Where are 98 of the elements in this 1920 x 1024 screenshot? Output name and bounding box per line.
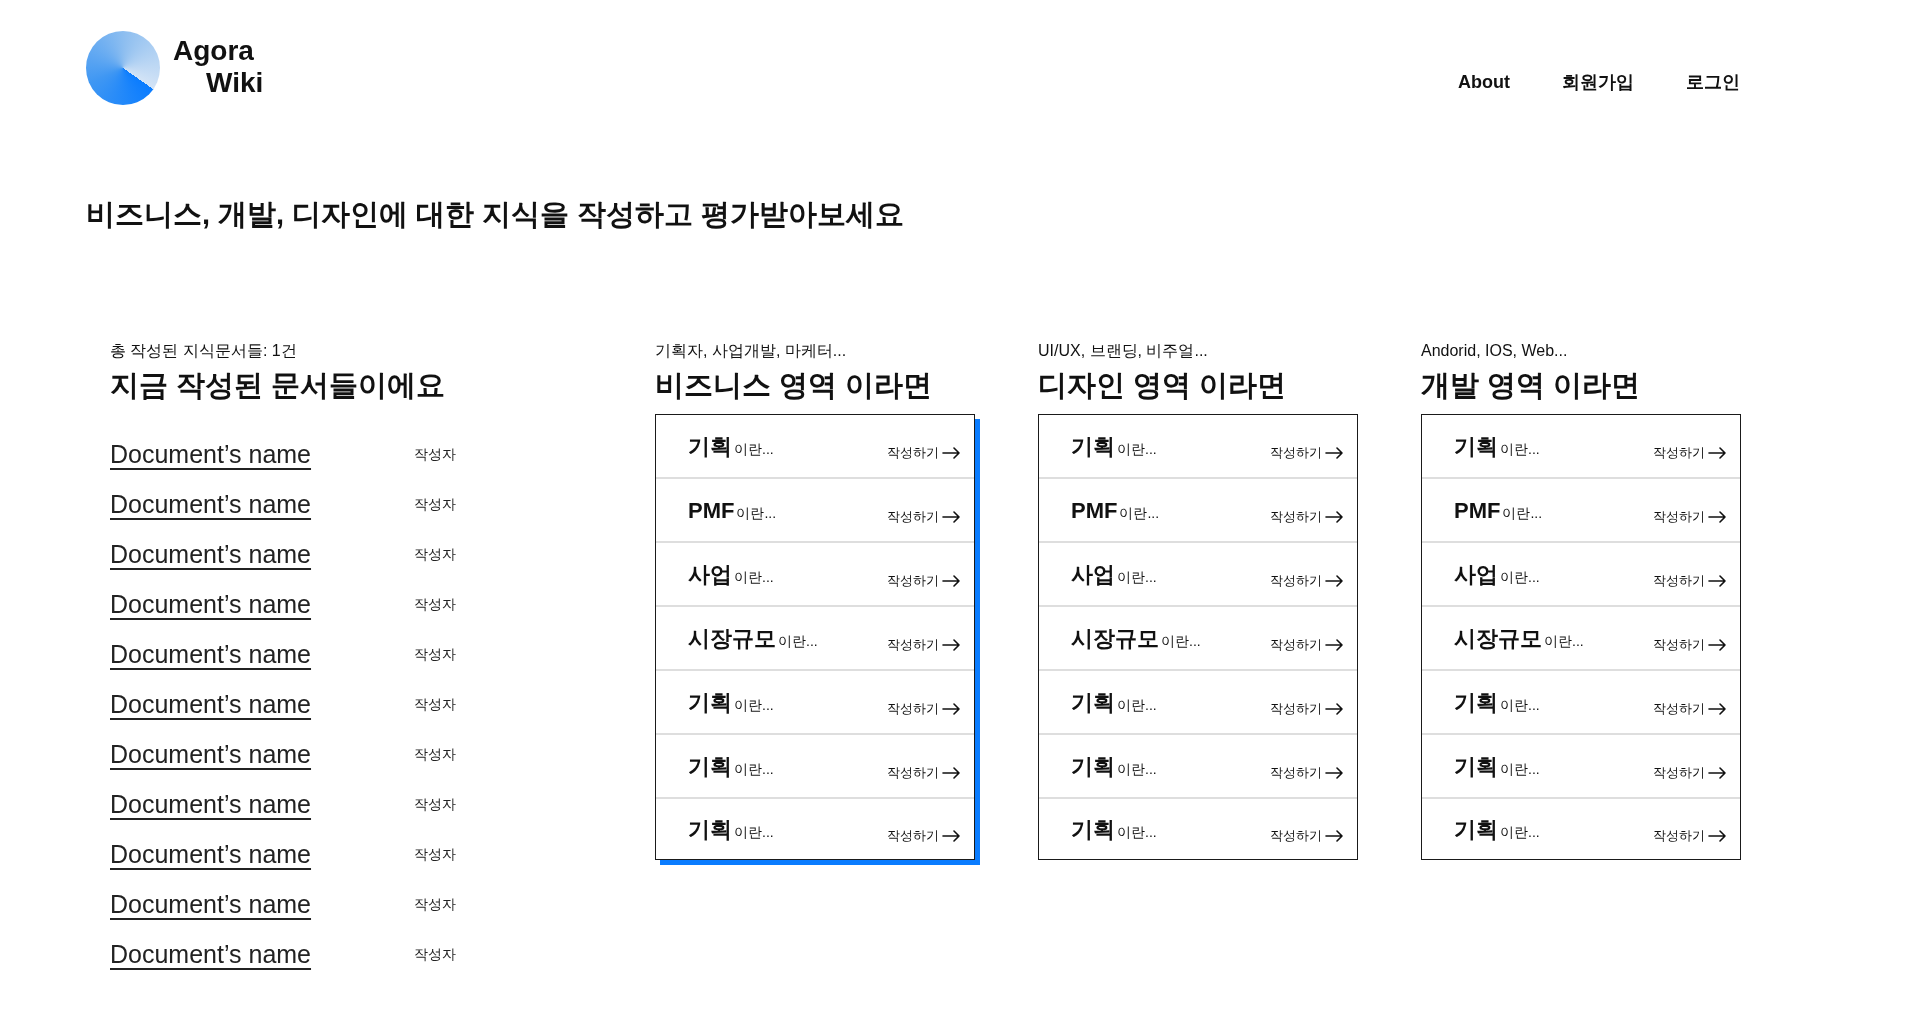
arrow-right-icon [1708, 575, 1726, 587]
arrow-right-icon [1325, 703, 1343, 715]
arrow-right-icon [942, 767, 960, 779]
topic-label: 시장규모 이란... [1071, 624, 1201, 653]
author-label: 작성자 [414, 794, 456, 814]
arrow-right-icon [1708, 830, 1726, 842]
write-link[interactable]: 작성하기 [1653, 507, 1726, 527]
document-link[interactable]: Document’s name [110, 439, 312, 468]
topic-label: 기획 이란... [688, 432, 774, 461]
document-link[interactable]: Document’s name [110, 789, 312, 818]
topic-label: PMF 이란... [1454, 496, 1543, 525]
topic-label: 기획 이란... [688, 815, 774, 844]
documents-title: 지금 작성된 문서들이에요 [110, 368, 447, 402]
arrow-right-icon [1325, 511, 1343, 523]
document-link[interactable]: Document’s name [110, 939, 312, 968]
topic-label: 기획 이란... [1071, 752, 1157, 781]
topic-label: 사업 이란... [1071, 560, 1157, 589]
author-label: 작성자 [414, 444, 456, 464]
arrow-right-icon [942, 511, 960, 523]
write-link[interactable]: 작성하기 [1270, 443, 1343, 463]
write-link[interactable]: 작성하기 [1653, 763, 1726, 783]
document-link[interactable]: Document’s name [110, 539, 312, 568]
topic-label: 기획 이란... [688, 688, 774, 717]
write-link[interactable]: 작성하기 [887, 571, 960, 591]
author-label: 작성자 [414, 594, 456, 614]
document-link[interactable]: Document’s name [110, 839, 312, 868]
topic-label: 기획 이란... [1071, 688, 1157, 717]
write-link[interactable]: 작성하기 [1270, 571, 1343, 591]
write-link[interactable]: 작성하기 [1653, 826, 1726, 846]
document-link[interactable]: Document’s name [110, 889, 312, 918]
document-count: 총 작성된 지식문서들: 1건 [110, 341, 298, 361]
document-link[interactable]: Document’s name [110, 639, 312, 668]
document-link[interactable]: Document’s name [110, 589, 312, 618]
arrow-right-icon [942, 575, 960, 587]
topic-label: 사업 이란... [688, 560, 774, 589]
topic-label: PMF 이란... [1071, 496, 1160, 525]
author-label: 작성자 [414, 844, 456, 864]
category-subtitle: 기획자, 사업개발, 마케터... [655, 341, 848, 361]
write-link[interactable]: 작성하기 [1653, 443, 1726, 463]
topic-label: 기획 이란... [1454, 815, 1540, 844]
arrow-right-icon [1708, 447, 1726, 459]
arrow-right-icon [1325, 830, 1343, 842]
write-link[interactable]: 작성하기 [887, 507, 960, 527]
nav-link[interactable]: About [1458, 71, 1510, 93]
write-link[interactable]: 작성하기 [887, 826, 960, 846]
arrow-right-icon [942, 830, 960, 842]
arrow-right-icon [942, 447, 960, 459]
write-link[interactable]: 작성하기 [1270, 763, 1343, 783]
write-link[interactable]: 작성하기 [887, 699, 960, 719]
write-link[interactable]: 작성하기 [1270, 635, 1343, 655]
arrow-right-icon [1325, 447, 1343, 459]
topic-label: 시장규모 이란... [1454, 624, 1584, 653]
author-label: 작성자 [414, 494, 456, 514]
author-label: 작성자 [414, 894, 456, 914]
author-label: 작성자 [414, 744, 456, 764]
topic-label: 기획 이란... [1454, 688, 1540, 717]
write-link[interactable]: 작성하기 [1270, 826, 1343, 846]
author-label: 작성자 [414, 544, 456, 564]
category-title: 비즈니스 영역 이라면 [655, 368, 934, 402]
arrow-right-icon [1708, 767, 1726, 779]
author-label: 작성자 [414, 644, 456, 664]
arrow-right-icon [942, 703, 960, 715]
arrow-right-icon [1325, 767, 1343, 779]
arrow-right-icon [1325, 639, 1343, 651]
author-label: 작성자 [414, 944, 456, 964]
category-subtitle: Andorid, IOS, Web... [1421, 341, 1569, 361]
nav-link[interactable]: 로그인 [1686, 71, 1740, 93]
topic-label: 기획 이란... [1454, 752, 1540, 781]
topic-label: PMF 이란... [688, 496, 777, 525]
topic-label: 기획 이란... [1454, 432, 1540, 461]
document-link[interactable]: Document’s name [110, 739, 312, 768]
category-title: 디자인 영역 이라면 [1038, 368, 1288, 402]
nav-link[interactable]: 회원가입 [1562, 71, 1634, 93]
document-link[interactable]: Document’s name [110, 689, 312, 718]
write-link[interactable]: 작성하기 [887, 763, 960, 783]
write-link[interactable]: 작성하기 [1270, 699, 1343, 719]
topic-label: 시장규모 이란... [688, 624, 818, 653]
topic-label: 사업 이란... [1454, 560, 1540, 589]
arrow-right-icon [942, 639, 960, 651]
arrow-right-icon [1325, 575, 1343, 587]
write-link[interactable]: 작성하기 [1270, 507, 1343, 527]
write-link[interactable]: 작성하기 [1653, 571, 1726, 591]
category-subtitle: UI/UX, 브랜딩, 비주얼... [1038, 341, 1209, 361]
arrow-right-icon [1708, 703, 1726, 715]
arrow-right-icon [1708, 511, 1726, 523]
category-title: 개발 영역 이라면 [1421, 368, 1642, 402]
author-label: 작성자 [414, 694, 456, 714]
topic-label: 기획 이란... [1071, 815, 1157, 844]
document-link[interactable]: Document’s name [110, 489, 312, 518]
topic-label: 기획 이란... [688, 752, 774, 781]
logo-text: Agora Wiki [173, 34, 264, 99]
write-link[interactable]: 작성하기 [887, 635, 960, 655]
topic-label: 기획 이란... [1071, 432, 1157, 461]
write-link[interactable]: 작성하기 [1653, 699, 1726, 719]
arrow-right-icon [1708, 639, 1726, 651]
write-link[interactable]: 작성하기 [887, 443, 960, 463]
page-headline: 비즈니스, 개발, 디자인에 대한 지식을 작성하고 평가받아보세요 [86, 197, 906, 232]
write-link[interactable]: 작성하기 [1653, 635, 1726, 655]
